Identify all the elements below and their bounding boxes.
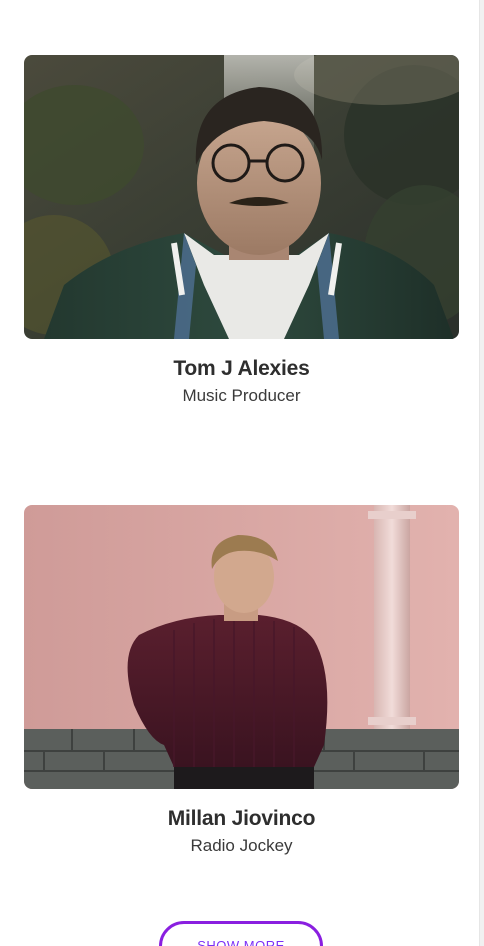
scrollbar[interactable] (479, 0, 484, 946)
profile-photo-millan (24, 505, 459, 789)
show-more-button[interactable]: SHOW MORE (159, 921, 323, 946)
profile-card-tom: Tom J Alexies Music Producer (24, 55, 459, 408)
profile-photo-tom (24, 55, 459, 339)
profile-name: Tom J Alexies (173, 357, 310, 380)
profile-name: Millan Jiovinco (167, 807, 316, 830)
profile-role: Music Producer (182, 386, 301, 405)
profile-card-millan: Millan Jiovinco Radio Jockey (24, 505, 459, 858)
team-page: Tom J Alexies Music Producer Millan Jiov… (0, 0, 484, 946)
profile-role: Radio Jockey (190, 836, 293, 855)
